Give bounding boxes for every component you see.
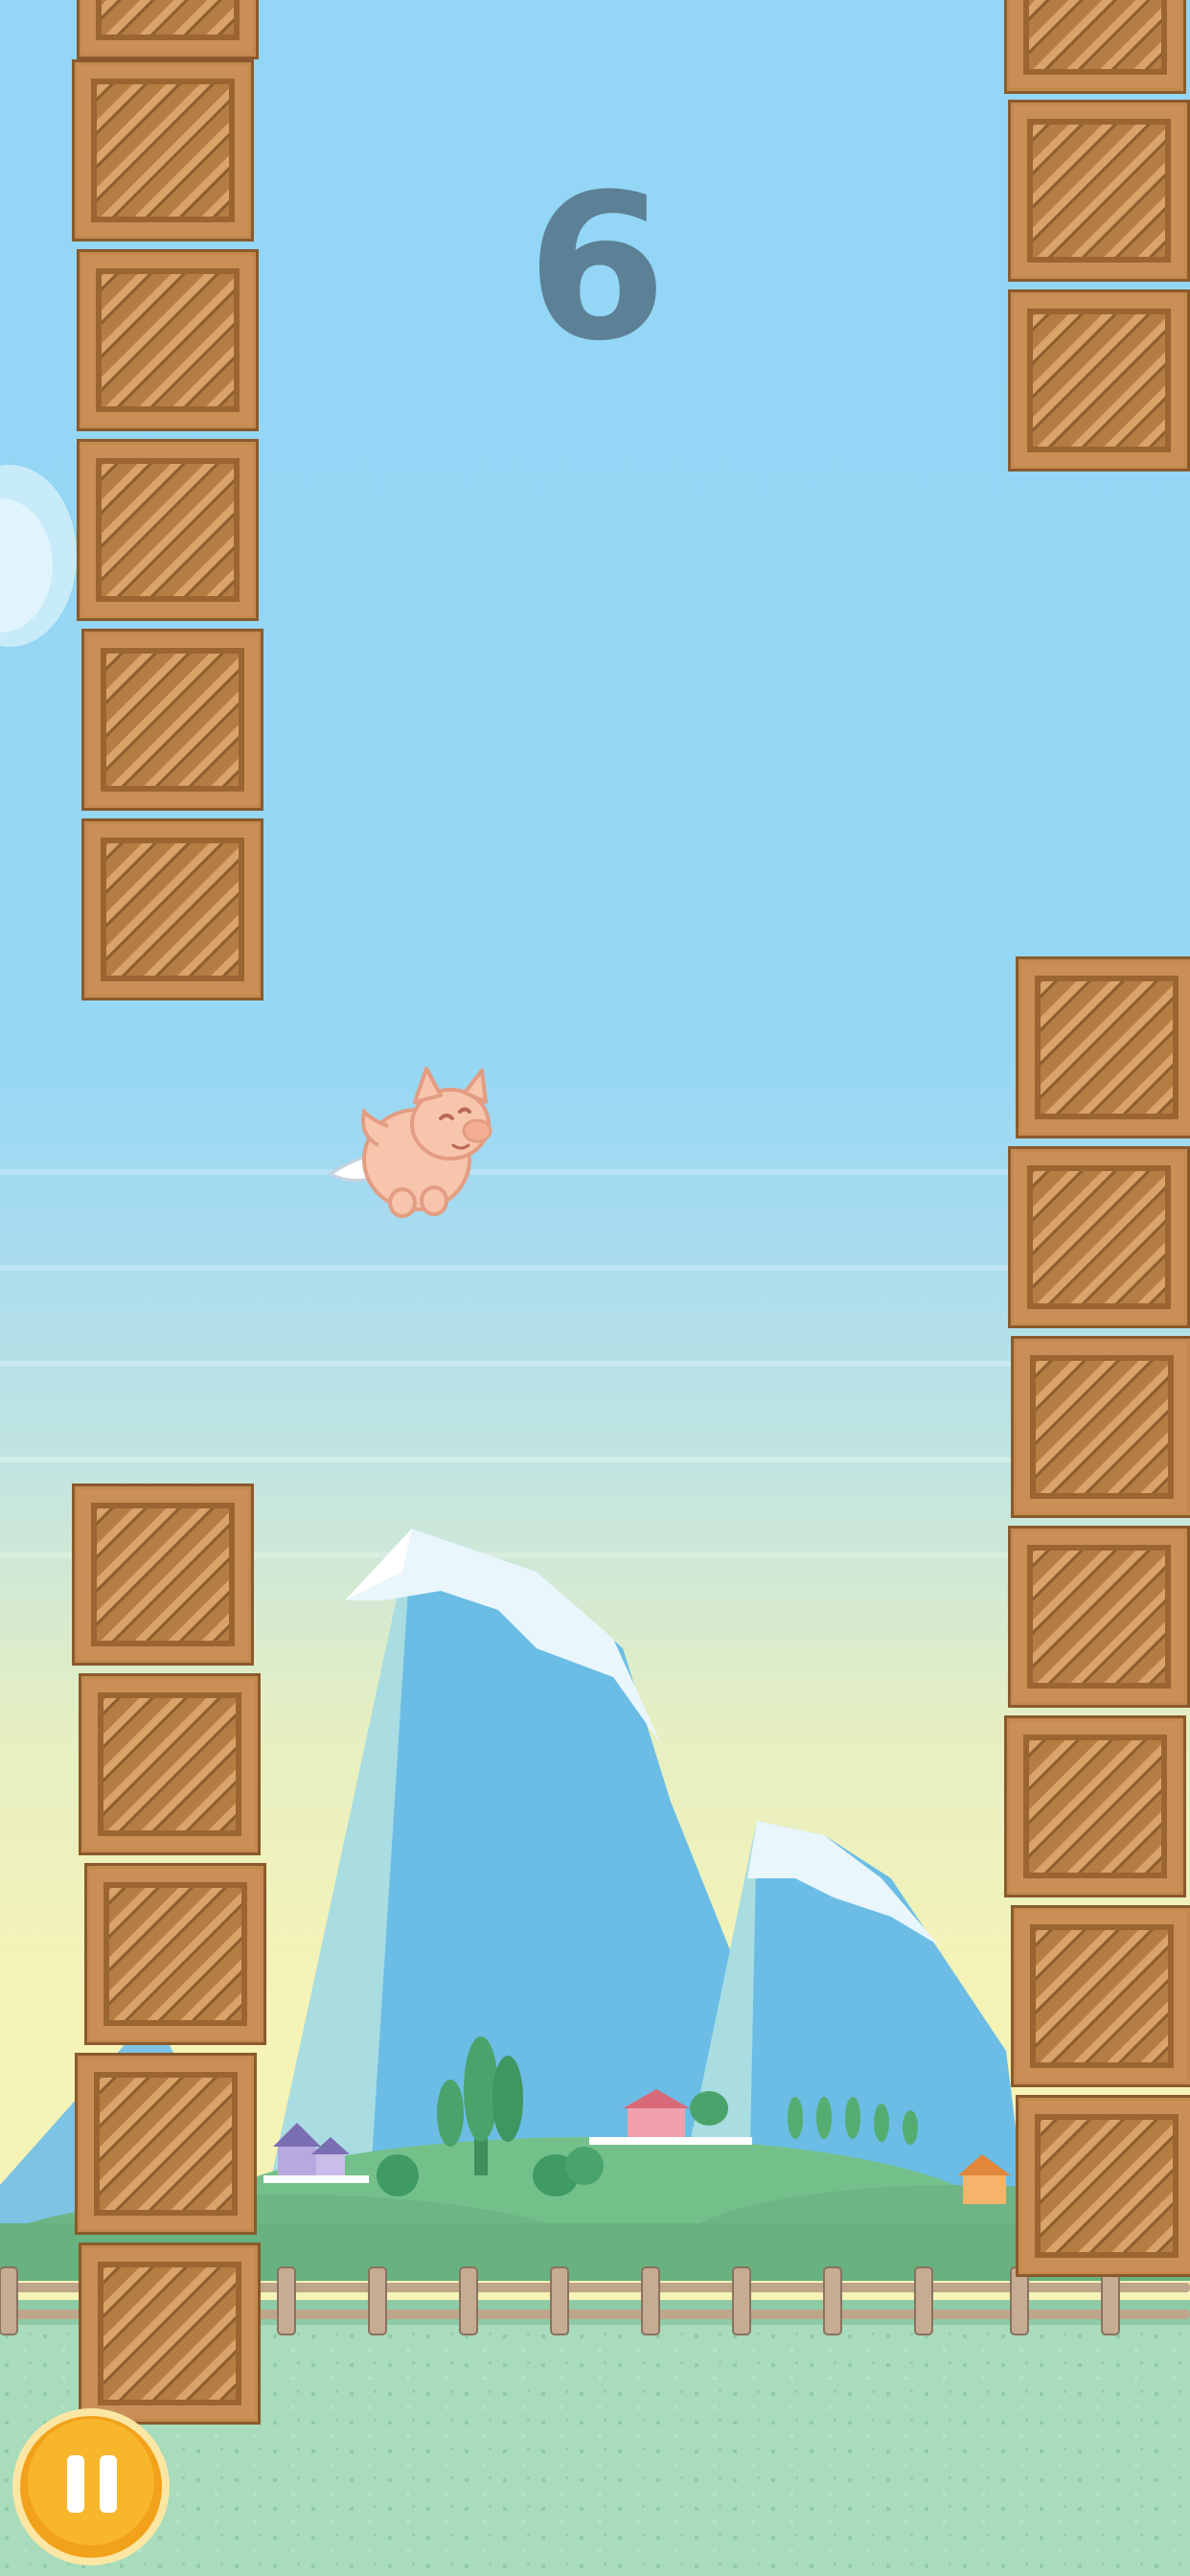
crate [1011, 1336, 1190, 1518]
crate [77, 0, 259, 59]
crate [77, 439, 259, 621]
flying-pig-icon [328, 1067, 492, 1218]
score-counter: 6 [526, 150, 667, 385]
crate [1016, 2095, 1190, 2277]
crate [81, 818, 263, 1000]
crate [1004, 0, 1186, 94]
pause-icon [12, 2408, 170, 2565]
crate [79, 2242, 261, 2425]
crate [81, 629, 263, 811]
pause-button[interactable] [10, 2405, 172, 2568]
crate [1011, 1905, 1190, 2087]
game-scene[interactable]: 6 [0, 0, 1190, 2576]
crate [1008, 1146, 1190, 1328]
crate [84, 1863, 266, 2045]
crate [75, 2053, 257, 2235]
crate [79, 1673, 261, 1855]
crate [1016, 956, 1190, 1138]
crate [72, 1484, 254, 1666]
cloud-icon [0, 465, 77, 647]
crate [1004, 1715, 1186, 1898]
crate [1008, 1526, 1190, 1708]
